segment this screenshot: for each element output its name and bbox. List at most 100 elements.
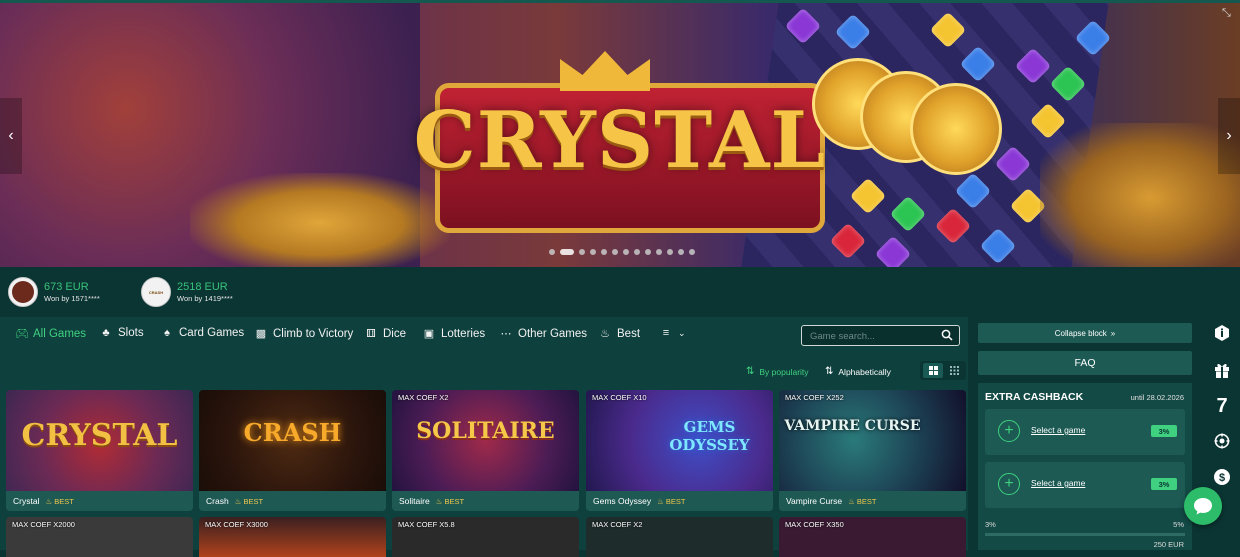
best-badge: ♨ BEST (435, 496, 465, 506)
winner-item[interactable]: CRASH 2518 EUR Won by 1419**** (141, 277, 233, 307)
game-caption: Crash ♨ BEST (199, 491, 386, 511)
pagination-dot[interactable] (560, 249, 574, 255)
search-icon[interactable] (941, 329, 953, 341)
tab-climb-to-victory[interactable]: ▩ Climb to Victory (255, 327, 354, 341)
select-game-link[interactable]: Select a game (1031, 425, 1085, 435)
tab-card-games[interactable]: ♠ Card Games (161, 327, 244, 339)
flame-icon: ♨ (600, 328, 610, 340)
cashback-title: EXTRA CASHBACK (985, 391, 1084, 403)
game-card[interactable]: MAX COEF X3000 (199, 517, 386, 557)
poker-button[interactable] (1204, 425, 1240, 457)
game-name: Crystal (13, 496, 40, 506)
faq-button[interactable]: FAQ (978, 351, 1192, 375)
gamepad-icon: 🎮︎ (15, 328, 29, 340)
winner-user: Won by 1571**** (44, 293, 100, 303)
tab-dice[interactable]: ⚅ Dice (365, 327, 407, 341)
max-coef-label: MAX COEF X2000 (12, 520, 75, 529)
bars-icon: ▩ (255, 328, 267, 340)
dots-icon: ⋯ (500, 328, 512, 340)
search-input[interactable] (808, 328, 932, 345)
game-card[interactable]: MAX COEF X2 SOLITAIRE Solitaire ♨ BEST (392, 390, 579, 511)
tab-lotteries[interactable]: ▣ Lotteries (423, 327, 486, 341)
info-button[interactable] (1204, 317, 1240, 349)
game-logo: VAMPIRE CURSE (784, 418, 921, 434)
banner-pagination[interactable] (549, 249, 695, 255)
max-coef-label: MAX COEF X2 (398, 393, 449, 402)
tab-label: Other Games (518, 327, 588, 340)
gift-button[interactable] (1204, 354, 1240, 386)
large-grid-button[interactable] (923, 363, 943, 378)
dollar-icon: $ (1214, 469, 1230, 485)
grid-large-icon (928, 366, 938, 375)
pagination-dot[interactable] (612, 249, 618, 255)
plus-icon[interactable]: + (998, 473, 1020, 495)
game-name: Solitaire (399, 496, 430, 506)
promo-banner[interactable]: CRYSTAL ‹ › ⤡ (0, 3, 1240, 267)
game-thumbnail (779, 390, 966, 491)
game-caption: Vampire Curse ♨ BEST (779, 491, 966, 511)
pagination-dot[interactable] (579, 249, 585, 255)
game-card[interactable]: CRYSTAL Crystal ♨ BEST (6, 390, 193, 511)
best-badge: ♨ BEST (45, 496, 74, 506)
collapse-block-button[interactable]: Collapse block » (978, 323, 1192, 343)
tab-all-games[interactable]: 🎮︎ All Games (15, 327, 86, 341)
avatar: CRASH (141, 277, 171, 307)
max-coef-label: MAX COEF X3000 (205, 520, 268, 529)
pagination-dot[interactable] (667, 249, 673, 255)
tab-best[interactable]: ♨ Best (599, 327, 641, 341)
banner-prev-arrow[interactable]: ‹ (0, 98, 22, 174)
game-card[interactable]: MAX COEF X350 (779, 517, 966, 557)
banner-next-arrow[interactable]: › (1218, 98, 1240, 174)
best-badge: ♨ BEST (657, 496, 686, 506)
pagination-dot[interactable] (590, 249, 596, 255)
sort-alphabetically[interactable]: ⇅ Alphabetically (825, 366, 891, 377)
winner-user: Won by 1419**** (177, 293, 233, 303)
menu-icon: ≡ (662, 327, 670, 339)
more-categories-button[interactable]: ≡ ⌄ (660, 327, 686, 339)
banner-art-coins (190, 173, 450, 267)
cashback-game-slot[interactable]: + Select a game 3% (985, 462, 1185, 508)
pagination-dot[interactable] (678, 249, 684, 255)
tab-other-games[interactable]: ⋯ Other Games (500, 327, 588, 341)
game-name: Vampire Curse (786, 496, 843, 506)
game-card[interactable]: MAX COEF X2 (586, 517, 773, 557)
pagination-dot[interactable] (634, 249, 640, 255)
small-grid-button[interactable] (944, 363, 964, 378)
game-search[interactable] (801, 325, 960, 346)
banner-art-treasure (1040, 123, 1240, 267)
progress-min-label: 3% (985, 520, 996, 529)
games-panel: 🎮︎ All Games ♣ Slots ♠ Card Games ▩ Clim… (0, 317, 968, 557)
max-coef-label: MAX COEF X350 (785, 520, 844, 529)
tab-label: Lotteries (441, 327, 486, 340)
pagination-dot[interactable] (549, 249, 555, 255)
game-card[interactable]: MAX COEF X252 VAMPIRE CURSE Vampire Curs… (779, 390, 966, 511)
pagination-dot[interactable] (601, 249, 607, 255)
avatar (8, 277, 38, 307)
svg-text:$: $ (1219, 472, 1225, 484)
game-card[interactable]: MAX COEF X2000 (6, 517, 193, 557)
extra-cashback-block: EXTRA CASHBACK until 28.02.2026 + Select… (978, 383, 1192, 550)
pagination-dot[interactable] (689, 249, 695, 255)
lucky-seven-button[interactable]: 7 (1204, 390, 1240, 422)
tab-slots[interactable]: ♣ Slots (100, 327, 143, 339)
game-card[interactable]: MAX COEF X10 GEMS ODYSSEY Gems Odyssey ♨… (586, 390, 773, 511)
pagination-dot[interactable] (656, 249, 662, 255)
game-card[interactable]: CRASH Crash ♨ BEST (199, 390, 386, 511)
expand-icon[interactable]: ⤡ (1222, 7, 1236, 21)
info-icon (1215, 325, 1229, 341)
pagination-dot[interactable] (623, 249, 629, 255)
cashback-game-slot[interactable]: + Select a game 3% (985, 409, 1185, 455)
game-logo: GEMS ODYSSEY (669, 418, 750, 454)
tab-label: Best (617, 327, 641, 340)
crown-icon (560, 51, 650, 91)
chat-button[interactable] (1184, 487, 1222, 525)
winner-item[interactable]: 673 EUR Won by 1571**** (8, 277, 100, 307)
sort-by-popularity[interactable]: ⇅ By popularity (746, 366, 809, 377)
tab-label: Dice (383, 327, 407, 340)
best-badge: ♨ BEST (234, 496, 264, 506)
select-game-link[interactable]: Select a game (1031, 478, 1085, 488)
pagination-dot[interactable] (645, 249, 651, 255)
plus-icon[interactable]: + (998, 420, 1020, 442)
game-card[interactable]: MAX COEF X5.8 (392, 517, 579, 557)
chat-bubble-icon (1194, 498, 1212, 515)
